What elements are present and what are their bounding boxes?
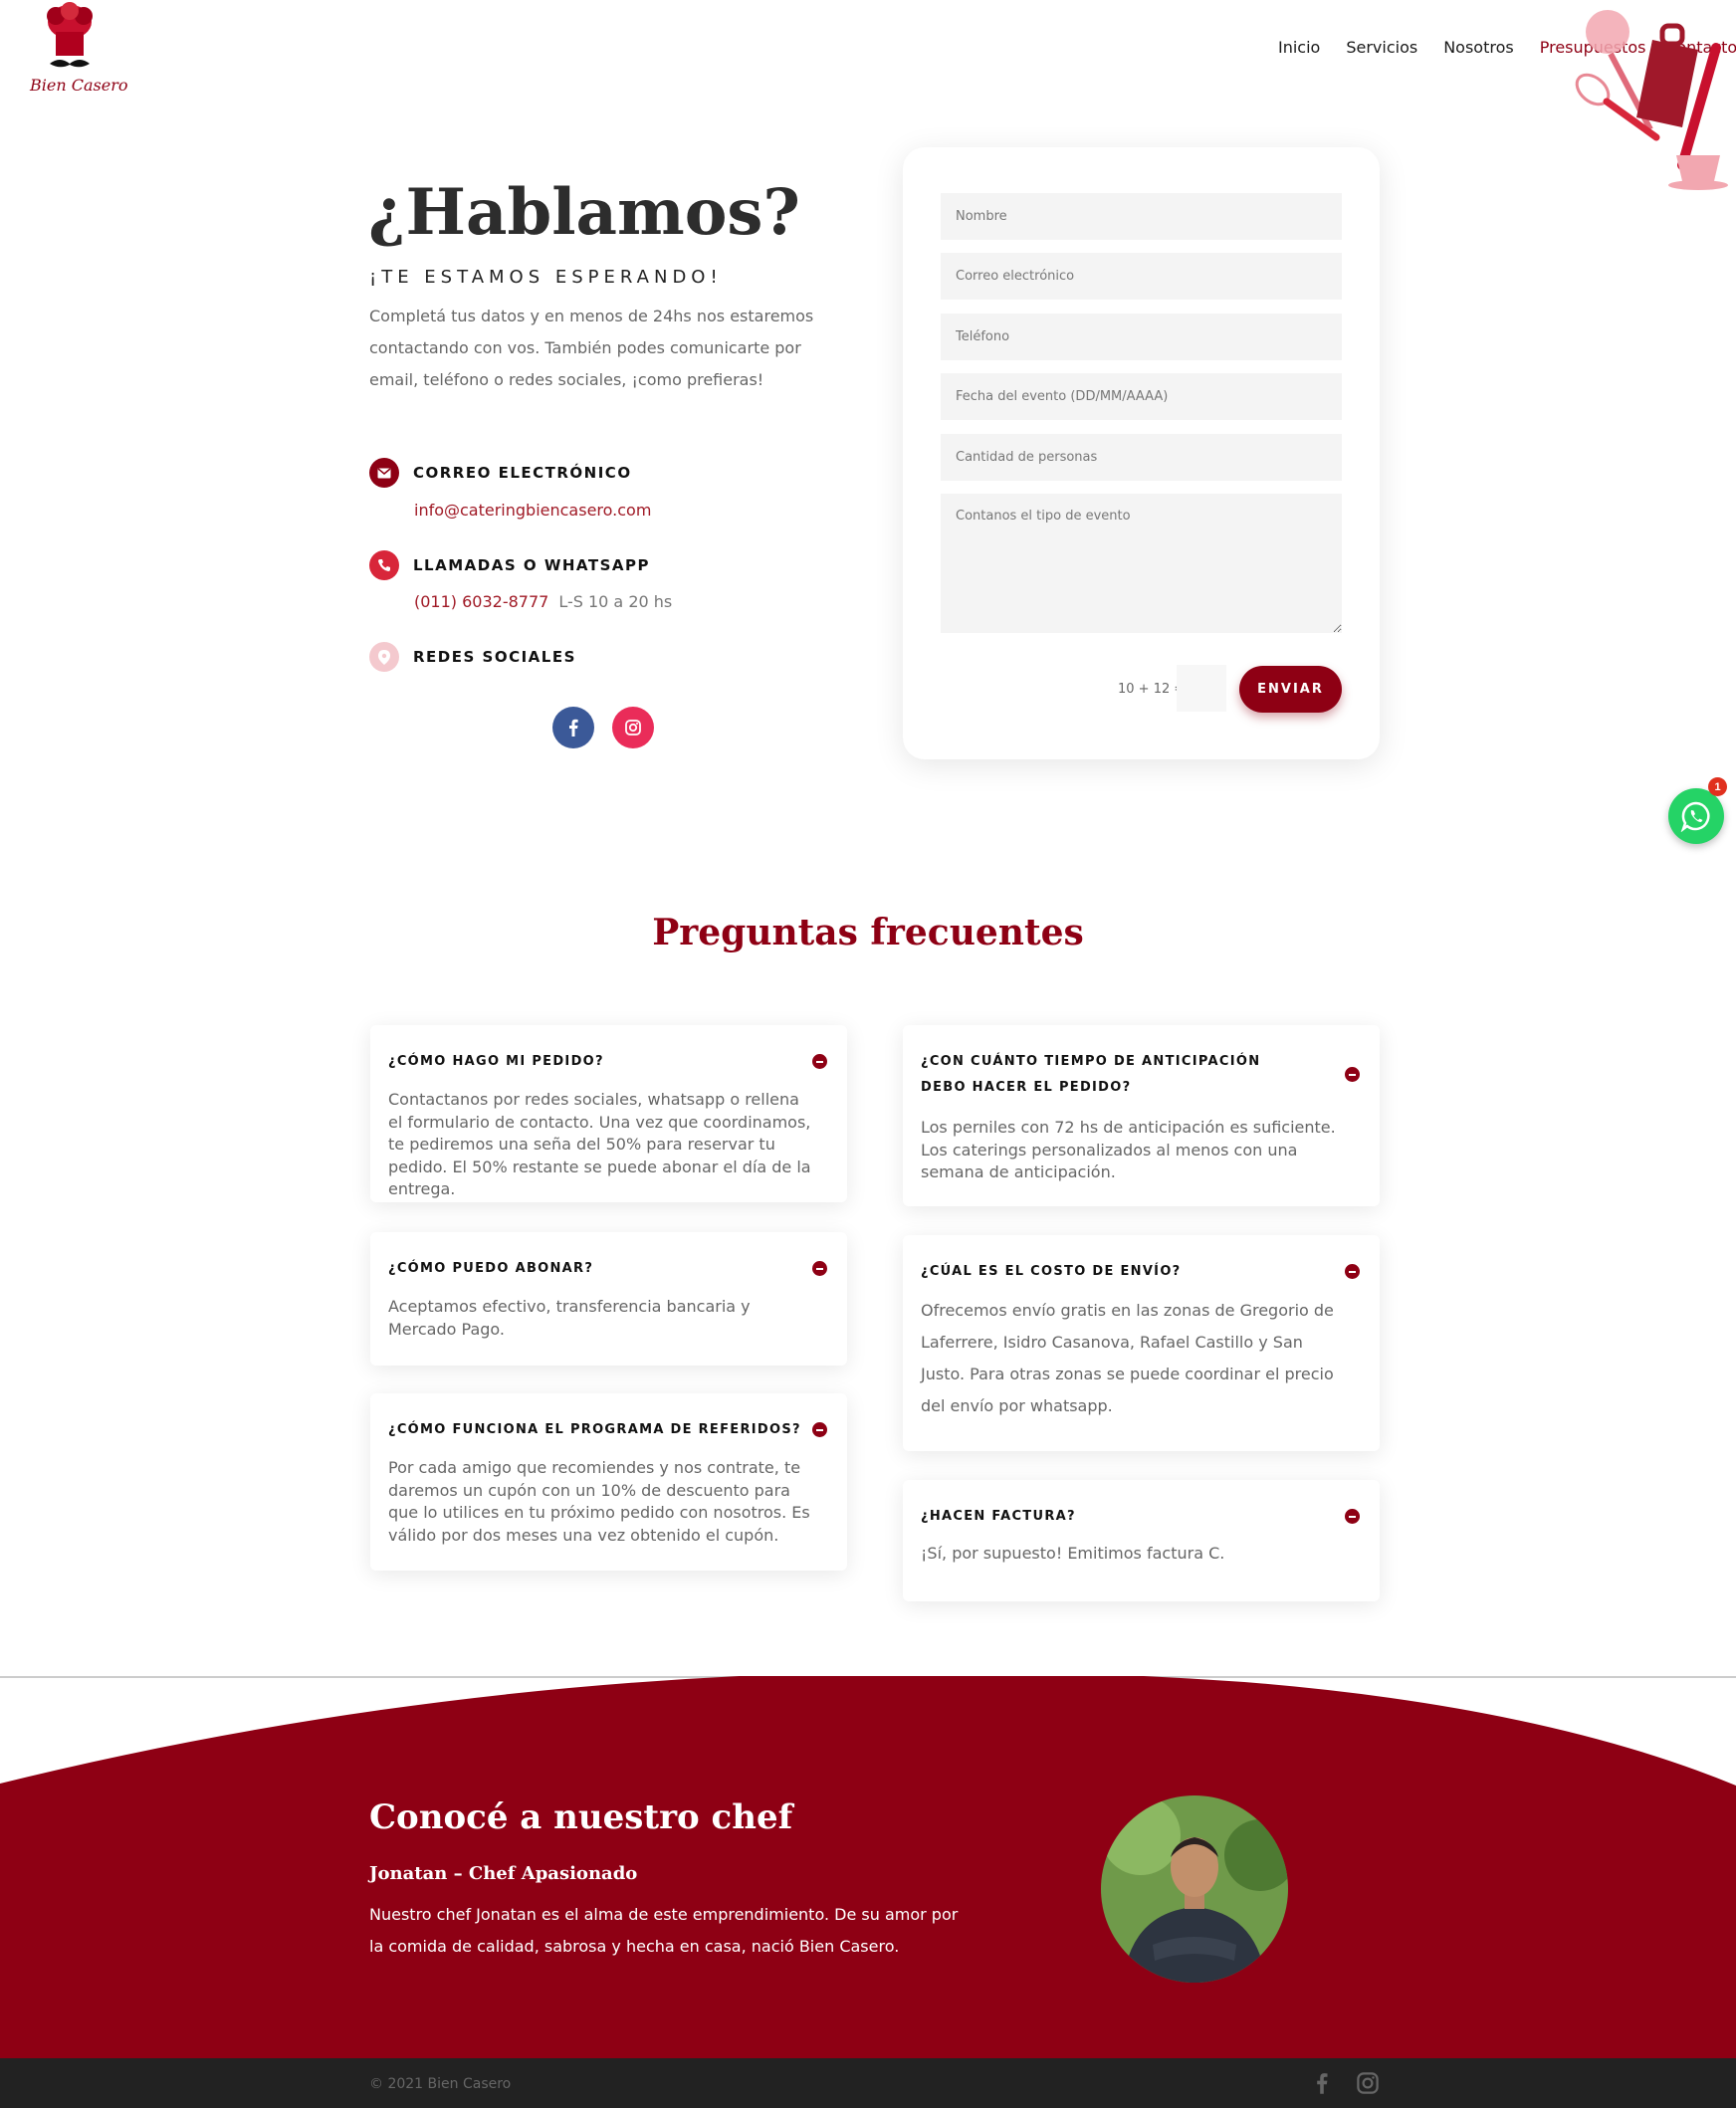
footer-facebook-icon[interactable] xyxy=(1316,2072,1328,2099)
email-label: CORREO ELECTRÓNICO xyxy=(413,464,632,482)
phone-icon xyxy=(369,550,399,580)
location-pin-icon xyxy=(369,642,399,672)
chef-subtitle: Jonatan – Chef Apasionado xyxy=(369,1863,638,1884)
footer: © 2021 Bien Casero xyxy=(0,2058,1736,2108)
event-date-input[interactable] xyxy=(941,373,1342,420)
hero-subtitle: ¡TE ESTAMOS ESPERANDO! xyxy=(369,267,723,288)
whatsapp-button[interactable] xyxy=(1668,788,1724,844)
collapse-icon[interactable] xyxy=(1345,1264,1360,1279)
phone-value-row: (011) 6032-8777 L-S 10 a 20 hs xyxy=(414,592,672,611)
nav-inicio[interactable]: Inicio xyxy=(1278,38,1320,57)
faq-question[interactable]: ¿CON CUÁNTO TIEMPO DE ANTICIPACIÓN DEBO … xyxy=(921,1049,1279,1101)
instagram-icon[interactable] xyxy=(612,707,654,748)
faq-question[interactable]: ¿CÓMO PUEDO ABONAR? xyxy=(388,1256,806,1282)
chef-title: Conocé a nuestro chef xyxy=(369,1797,793,1837)
phone-link[interactable]: (011) 6032-8777 xyxy=(414,592,548,611)
chef-photo xyxy=(1101,1795,1288,1983)
faq-item[interactable]: ¿CON CUÁNTO TIEMPO DE ANTICIPACIÓN DEBO … xyxy=(903,1025,1380,1206)
whatsapp-icon xyxy=(1680,801,1710,832)
facebook-icon[interactable] xyxy=(552,707,594,748)
faq-item[interactable]: ¿HACEN FACTURA? ¡Sí, por supuesto! Emiti… xyxy=(903,1480,1380,1601)
send-button[interactable]: ENVIAR xyxy=(1239,666,1342,713)
faq-item[interactable]: ¿CÓMO PUEDO ABONAR? Aceptamos efectivo, … xyxy=(370,1232,847,1366)
faq-question[interactable]: ¿HACEN FACTURA? xyxy=(921,1504,1339,1530)
faq-question[interactable]: ¿CÓMO FUNCIONA EL PROGRAMA DE REFERIDOS? xyxy=(388,1417,806,1443)
faq-answer: Contactanos por redes sociales, whatsapp… xyxy=(388,1090,811,1198)
email-link[interactable]: info@cateringbiencasero.com xyxy=(414,501,651,520)
notification-badge: 1 xyxy=(1708,777,1727,796)
nav-nosotros[interactable]: Nosotros xyxy=(1443,38,1514,57)
nav-servicios[interactable]: Servicios xyxy=(1346,38,1417,57)
captcha-label: 10 + 12 = xyxy=(1118,682,1186,697)
collapse-icon[interactable] xyxy=(1345,1509,1360,1524)
captcha-input[interactable] xyxy=(1177,665,1226,712)
faq-answer: Los perniles con 72 hs de anticipación e… xyxy=(921,1118,1336,1181)
copyright-text: © 2021 Bien Casero xyxy=(369,2076,512,2092)
collapse-icon[interactable] xyxy=(812,1261,827,1276)
name-input[interactable] xyxy=(941,193,1342,240)
chef-section-background xyxy=(0,1676,1736,2058)
collapse-icon[interactable] xyxy=(1345,1067,1360,1082)
logo-text: Bien Casero xyxy=(30,76,128,95)
faq-title: Preguntas frecuentes xyxy=(652,912,1084,953)
faq-question[interactable]: ¿CÚAL ES EL COSTO DE ENVÍO? xyxy=(921,1259,1339,1285)
hero-description: Completá tus datos y en menos de 24hs no… xyxy=(369,307,814,389)
chef-description: Nuestro chef Jonatan es el alma de este … xyxy=(369,1905,959,1956)
social-label: REDES SOCIALES xyxy=(413,648,576,666)
contact-phone-row: LLAMADAS O WHATSAPP xyxy=(369,550,650,580)
phone-hours: L-S 10 a 20 hs xyxy=(558,592,673,611)
envelope-icon xyxy=(369,458,399,488)
people-count-input[interactable] xyxy=(941,434,1342,481)
contact-form-card: 10 + 12 = ENVIAR xyxy=(903,147,1380,759)
faq-answer: Por cada amigo que recomiendes y nos con… xyxy=(388,1458,810,1545)
faq-question[interactable]: ¿CÓMO HAGO MI PEDIDO? xyxy=(388,1049,806,1075)
event-type-textarea[interactable] xyxy=(941,494,1342,633)
faq-answer: Ofrecemos envío gratis en las zonas de G… xyxy=(921,1301,1334,1415)
collapse-icon[interactable] xyxy=(812,1054,827,1069)
faq-item[interactable]: ¿CÓMO HAGO MI PEDIDO? Contactanos por re… xyxy=(370,1025,847,1202)
email-value-row: info@cateringbiencasero.com xyxy=(414,501,651,520)
contact-email-row: CORREO ELECTRÓNICO xyxy=(369,458,632,488)
email-input[interactable] xyxy=(941,253,1342,300)
phone-input[interactable] xyxy=(941,314,1342,360)
footer-instagram-icon[interactable] xyxy=(1357,2072,1379,2099)
faq-answer: Aceptamos efectivo, transferencia bancar… xyxy=(388,1297,751,1339)
kitchen-utensils-illustration xyxy=(1575,10,1728,190)
faq-item[interactable]: ¿CÓMO FUNCIONA EL PROGRAMA DE REFERIDOS?… xyxy=(370,1393,847,1571)
faq-item[interactable]: ¿CÚAL ES EL COSTO DE ENVÍO? Ofrecemos en… xyxy=(903,1235,1380,1451)
collapse-icon[interactable] xyxy=(812,1422,827,1437)
contact-social-row: REDES SOCIALES xyxy=(369,642,576,672)
phone-label: LLAMADAS O WHATSAPP xyxy=(413,556,650,574)
page-title: ¿Hablamos? xyxy=(368,175,800,250)
faq-answer: ¡Sí, por supuesto! Emitimos factura C. xyxy=(921,1544,1225,1563)
